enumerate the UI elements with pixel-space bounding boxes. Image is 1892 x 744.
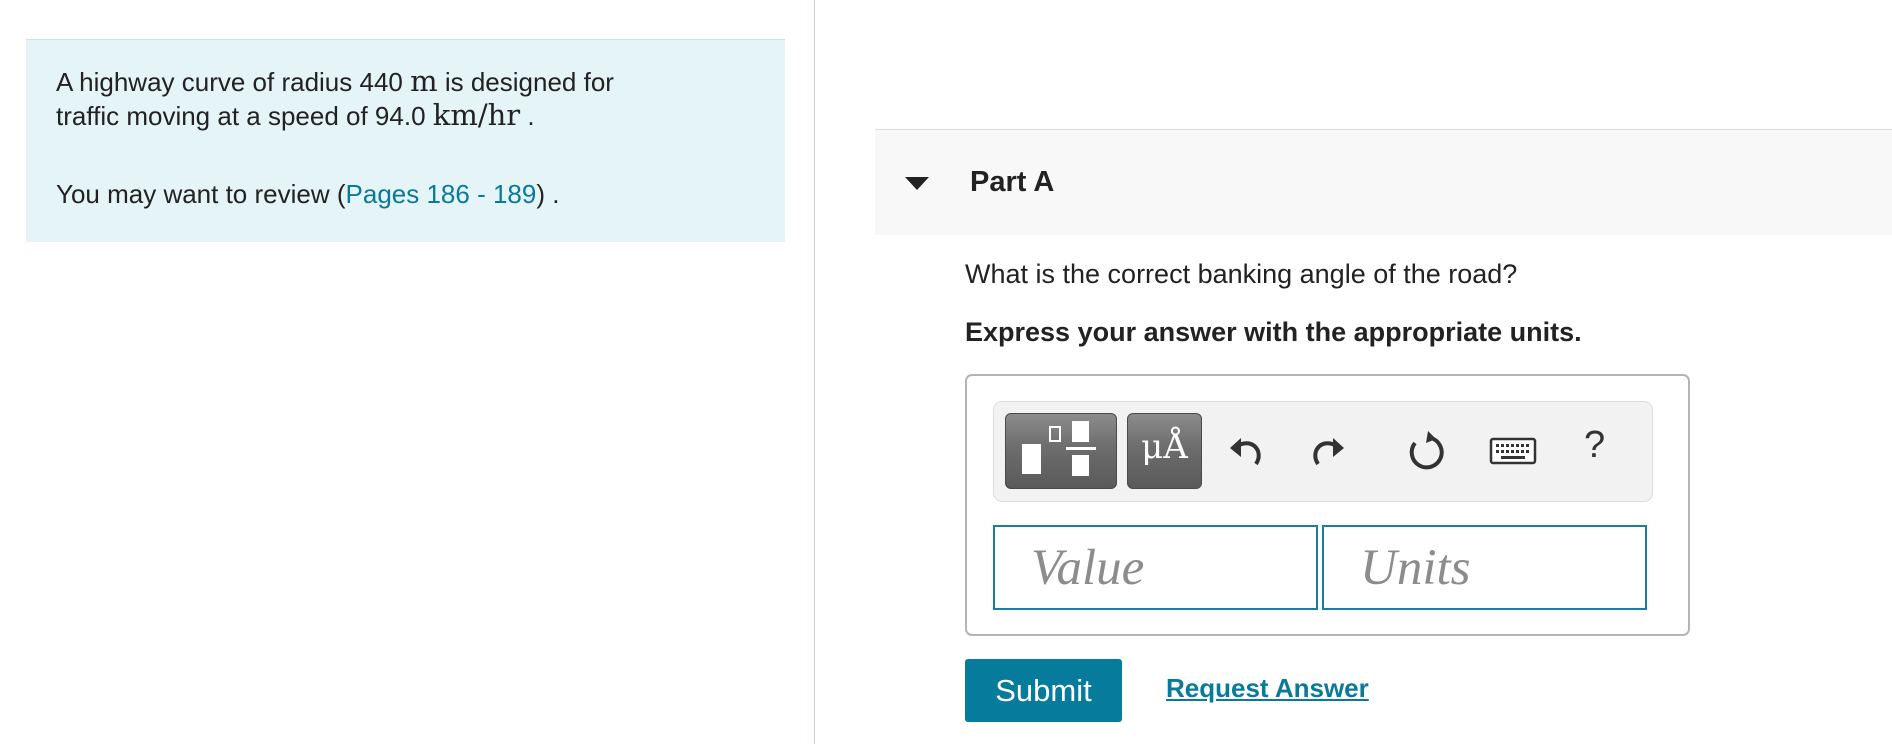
review-text: You may want to review (: [56, 179, 346, 209]
reset-icon[interactable]: [1404, 429, 1448, 473]
templates-button[interactable]: [1005, 413, 1117, 489]
request-answer-link[interactable]: Request Answer: [1166, 673, 1369, 704]
problem-statement: A highway curve of radius 440 m is desig…: [26, 39, 785, 242]
speed-unit: km/hr: [432, 98, 521, 132]
problem-text: A highway curve of radius 440: [56, 67, 411, 97]
redo-icon[interactable]: [1304, 429, 1348, 473]
help-icon[interactable]: ?: [1584, 424, 1605, 467]
undo-icon[interactable]: [1226, 429, 1270, 473]
submit-button[interactable]: Submit: [965, 659, 1122, 722]
collapse-caret-icon[interactable]: [905, 177, 929, 190]
left-column: A highway curve of radius 440 m is desig…: [0, 0, 815, 744]
part-title: Part A: [970, 166, 1055, 198]
instruction-text: Express your answer with the appropriate…: [965, 317, 1582, 347]
value-input[interactable]: [993, 525, 1318, 610]
answer-panel: μÅ ?: [965, 374, 1690, 636]
math-toolbar: μÅ ?: [993, 401, 1653, 502]
radius-unit: m: [410, 64, 438, 98]
problem-line-1: A highway curve of radius 440 m is desig…: [56, 64, 614, 98]
column-divider: [814, 0, 815, 744]
problem-text: is designed for: [437, 67, 614, 97]
part-a-header[interactable]: Part A: [875, 129, 1892, 235]
units-input[interactable]: [1322, 525, 1647, 610]
problem-text: .: [520, 101, 535, 131]
review-pages-link[interactable]: Pages 186 - 189: [346, 179, 537, 209]
units-icon: μÅ: [1141, 427, 1188, 467]
templates-icon: [1022, 421, 1096, 476]
problem-line-2: traffic moving at a speed of 94.0 km/hr …: [56, 98, 535, 132]
review-text: ) .: [536, 179, 560, 209]
problem-text: traffic moving at a speed of 94.0: [56, 101, 433, 131]
keyboard-icon[interactable]: [1488, 429, 1538, 473]
review-line: You may want to review (Pages 186 - 189)…: [56, 179, 559, 210]
units-button[interactable]: μÅ: [1127, 413, 1202, 489]
question-text: What is the correct banking angle of the…: [965, 259, 1518, 289]
